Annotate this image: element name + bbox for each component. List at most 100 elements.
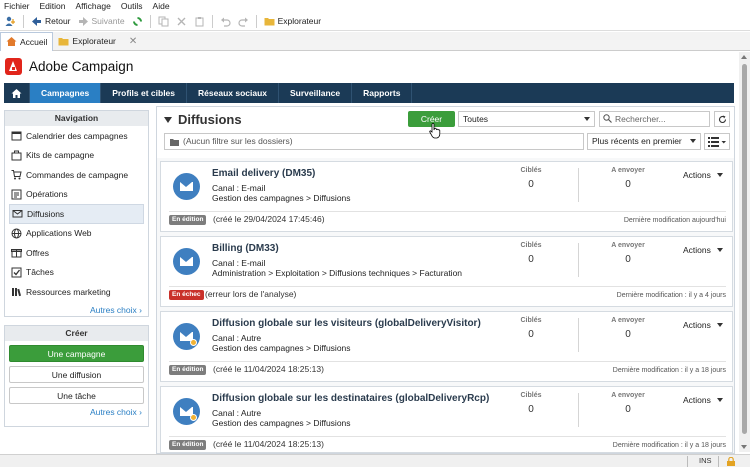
create-task-button[interactable]: Une tâche [9, 387, 144, 404]
actions-button[interactable]: Actions [683, 245, 723, 255]
operations-icon [11, 189, 22, 200]
last-modified: Dernière modification : il y a 4 jours [616, 292, 726, 299]
home-icon [6, 37, 17, 46]
undo-button[interactable] [218, 13, 233, 29]
delivery-title[interactable]: Diffusion globale sur les visiteurs (glo… [212, 318, 481, 329]
nav-campagnes[interactable]: Campagnes [30, 83, 102, 103]
delivery-card[interactable]: Diffusion globale sur les visiteurs (glo… [160, 311, 733, 382]
navigation-more-link[interactable]: Autres choix › [5, 302, 148, 319]
nav-reseaux-sociaux[interactable]: Réseaux sociaux [187, 83, 280, 103]
actions-button[interactable]: Actions [683, 170, 723, 180]
explorer-button[interactable]: Explorateur [262, 13, 323, 29]
stat-divider [578, 168, 579, 202]
chevron-down-icon [716, 398, 723, 402]
menu-fichier[interactable]: Fichier [4, 1, 30, 11]
menu-aide[interactable]: Aide [153, 1, 170, 11]
scroll-down-icon[interactable] [741, 445, 747, 449]
targeted-value: 0 [528, 329, 534, 340]
deliveries-header: Diffusions Créer Toutes Rechercher... (A… [157, 107, 734, 158]
scroll-thumb[interactable] [742, 64, 747, 434]
refresh-list-button[interactable] [714, 111, 730, 127]
nav-rapports[interactable]: Rapports [352, 83, 413, 103]
tab-bar: Accueil Explorateur ✕ [0, 31, 750, 51]
delivery-card[interactable]: Billing (DM33) Canal : E-mail Administra… [160, 236, 733, 307]
checkbox-icon [11, 267, 22, 278]
search-input[interactable]: Rechercher... [599, 111, 710, 127]
vertical-scrollbar[interactable] [739, 52, 750, 452]
menu-edition[interactable]: Edition [40, 1, 66, 11]
channel-value: E-mail [241, 183, 266, 193]
to-send-label: A envoyer [611, 317, 645, 324]
create-delivery-button[interactable]: Une diffusion [9, 366, 144, 383]
delivery-title[interactable]: Diffusion globale sur les destinataires … [212, 393, 489, 404]
sidebar-item-label: Applications Web [26, 228, 92, 239]
back-button[interactable]: Retour [29, 13, 73, 29]
actions-button[interactable]: Actions [683, 320, 723, 330]
to-send-stat: A envoyer 0 [603, 392, 653, 415]
stat-divider [578, 318, 579, 352]
nav-profils-et-cibles[interactable]: Profils et cibles [101, 83, 188, 103]
more-label: Autres choix [90, 407, 137, 417]
delivery-channel: Canal : E-mail [212, 183, 265, 193]
targeted-stat: Ciblés 0 [506, 242, 556, 265]
sort-select[interactable]: Plus récents en premier [587, 133, 701, 150]
sidebar-item-operations[interactable]: Opérations [5, 185, 148, 205]
folder-icon [264, 17, 275, 25]
delivery-title[interactable]: Email delivery (DM35) [212, 168, 315, 179]
create-more-link[interactable]: Autres choix › [5, 404, 148, 421]
type-filter-select[interactable]: Toutes [458, 111, 595, 127]
sidebar-item-applications-web[interactable]: Applications Web [5, 224, 148, 244]
folder-icon [58, 37, 69, 45]
sidebar-item-kits[interactable]: Kits de campagne [5, 146, 148, 166]
close-icon[interactable]: ✕ [129, 36, 137, 47]
menu-affichage[interactable]: Affichage [76, 1, 111, 11]
targeted-stat: Ciblés 0 [506, 317, 556, 340]
user-menu-button[interactable] [3, 13, 18, 29]
actions-button[interactable]: Actions [683, 395, 723, 405]
tab-accueil[interactable]: Accueil [0, 31, 54, 51]
list-view-icon [708, 137, 726, 147]
create-campaign-button[interactable]: Une campagne [9, 345, 144, 362]
next-button[interactable]: Suivante [76, 13, 127, 29]
cart-icon [11, 170, 22, 180]
explorer-label: Explorateur [277, 16, 322, 26]
tab-explorateur[interactable]: Explorateur ✕ [53, 32, 142, 51]
sidebar-item-offres[interactable]: Offres [5, 243, 148, 263]
globe-icon [11, 228, 22, 239]
nav-home[interactable] [4, 83, 30, 103]
tab-explorateur-label: Explorateur [72, 36, 116, 46]
chevron-right-icon: › [139, 407, 142, 417]
arrow-right-icon [78, 16, 88, 26]
targeted-label: Ciblés [520, 317, 542, 324]
redo-button[interactable] [236, 13, 251, 29]
to-send-label: A envoyer [611, 167, 645, 174]
delivery-note: (créé le 11/04/2024 18:25:13) [213, 439, 324, 449]
main-navigation: Campagnes Profils et cibles Réseaux soci… [4, 83, 734, 103]
delivery-path: Gestion des campagnes > Diffusions [212, 418, 351, 428]
delete-button[interactable] [174, 13, 189, 29]
page-title: Diffusions [178, 112, 242, 127]
delivery-card[interactable]: Email delivery (DM35) Canal : E-mail Ges… [160, 161, 733, 232]
chevron-down-icon [716, 323, 723, 327]
delivery-card[interactable]: Diffusion globale sur les destinataires … [160, 386, 733, 453]
channel-label: Canal : [212, 183, 242, 193]
sidebar-item-calendrier[interactable]: Calendrier des campagnes [5, 126, 148, 146]
navigation-title: Navigation [5, 111, 148, 126]
sidebar-item-diffusions[interactable]: Diffusions [9, 204, 144, 224]
copy-button[interactable] [156, 13, 171, 29]
sidebar-item-ressources-marketing[interactable]: Ressources marketing [5, 282, 148, 302]
offer-icon [11, 249, 22, 258]
refresh-button[interactable] [130, 13, 145, 29]
view-options-button[interactable] [704, 133, 730, 150]
nav-surveillance[interactable]: Surveillance [279, 83, 353, 103]
paste-button[interactable] [192, 13, 207, 29]
scroll-up-icon[interactable] [741, 55, 747, 59]
delivery-envelope-icon [173, 398, 200, 425]
delivery-title[interactable]: Billing (DM33) [212, 243, 279, 254]
delivery-channel: Canal : Autre [212, 408, 261, 418]
menu-outils[interactable]: Outils [121, 1, 143, 11]
folder-filter-input[interactable]: (Aucun filtre sur les dossiers) [164, 133, 584, 150]
collapse-triangle-icon[interactable] [164, 116, 172, 123]
sidebar-item-commandes[interactable]: Commandes de campagne [5, 165, 148, 185]
sidebar-item-taches[interactable]: Tâches [5, 263, 148, 283]
